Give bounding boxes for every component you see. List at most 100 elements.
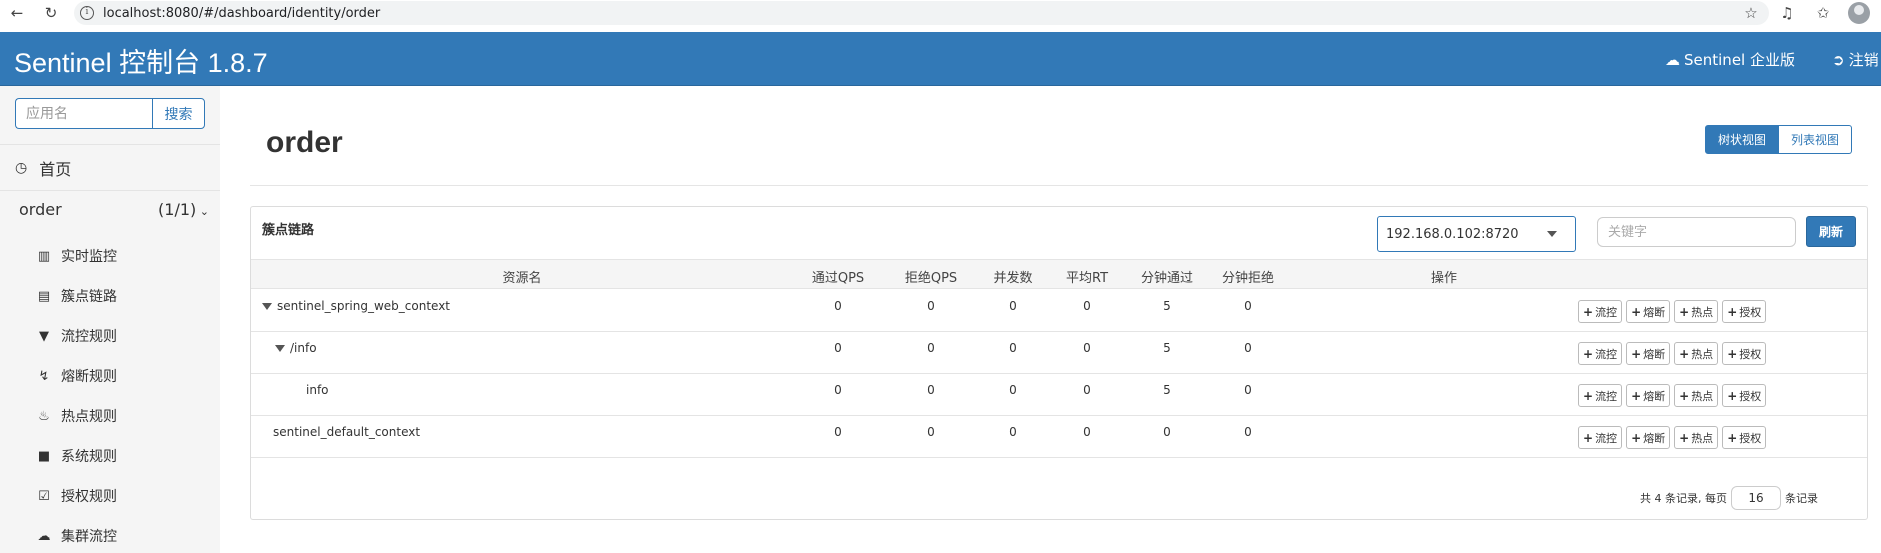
- minute-block-cell: 0: [1244, 383, 1252, 397]
- plus-icon: +: [1631, 430, 1642, 445]
- filter-icon: ▼: [39, 328, 49, 344]
- auth-rule-button[interactable]: + 授权: [1722, 300, 1767, 323]
- column-header: 拒绝QPS: [904, 271, 958, 286]
- column-header: 并发数: [993, 271, 1033, 286]
- plus-icon: +: [1679, 346, 1690, 361]
- concurrency-cell: 0: [1009, 299, 1017, 313]
- sidebar-item-hotspot-rules[interactable]: ♨ 热点规则: [37, 406, 117, 426]
- app-name: order: [19, 200, 62, 219]
- machine-select[interactable]: 192.168.0.102:8720: [1377, 216, 1576, 252]
- title-divider: [250, 185, 1868, 186]
- chevron-down-icon: ⌄: [196, 205, 209, 218]
- flash-icon: ↯: [38, 368, 50, 384]
- sidebar-item-realtime-monitor[interactable]: ▥ 实时监控: [37, 246, 117, 266]
- minute-pass-cell: 5: [1163, 341, 1171, 355]
- logout-link[interactable]: ➲ 注销: [1832, 49, 1879, 70]
- app-header: Sentinel 控制台 1.8.7 ☁ Sentinel 企业版 ➲ 注销: [0, 32, 1881, 86]
- sidebar-item-degrade-rules[interactable]: ↯ 熔断规则: [37, 366, 117, 386]
- check-icon: ☑: [38, 488, 50, 504]
- pager-suffix: 条记录: [1785, 492, 1818, 505]
- degrade-rule-button[interactable]: + 熔断: [1626, 384, 1671, 407]
- sidebar-app-order[interactable]: order (1/1) ⌄: [19, 200, 209, 219]
- lock-icon: ■: [37, 448, 51, 464]
- site-info-icon[interactable]: i: [80, 6, 94, 20]
- sidebar-item-flow-rules[interactable]: ▼ 流控规则: [37, 326, 117, 346]
- logout-label: 注销: [1848, 51, 1879, 69]
- reload-icon[interactable]: ↻: [40, 2, 62, 24]
- row-actions: + 流控 + 熔断 + 热点 + 授权: [1578, 384, 1767, 407]
- sidebar-item-auth-rules[interactable]: ☑ 授权规则: [37, 486, 117, 506]
- sidebar-item-label: 熔断规则: [61, 369, 117, 385]
- pagination: 共 4 条记录, 每页 条记录: [1640, 486, 1818, 510]
- plus-icon: +: [1727, 304, 1738, 319]
- hotspot-rule-button[interactable]: + 热点: [1674, 300, 1719, 323]
- sidebar-item-cluster-flow[interactable]: ☁ 集群流控: [37, 526, 118, 546]
- bar-chart-icon: ▥: [37, 248, 51, 264]
- flow-rule-button[interactable]: + 流控: [1578, 342, 1623, 365]
- sidebar-item-home[interactable]: ◷ 首页: [15, 156, 71, 180]
- refresh-button[interactable]: 刷新: [1806, 216, 1856, 247]
- sidebar-item-system-rules[interactable]: ■ 系统规则: [37, 446, 117, 466]
- resource-name: sentinel_spring_web_context: [277, 299, 451, 313]
- collapse-icon[interactable]: [262, 302, 272, 310]
- enterprise-label: Sentinel 企业版: [1684, 51, 1795, 69]
- profile-avatar[interactable]: [1848, 2, 1870, 24]
- row-actions: + 流控 + 熔断 + 热点 + 授权: [1578, 342, 1767, 365]
- address-bar[interactable]: i localhost:8080/#/dashboard/identity/or…: [74, 1, 1769, 25]
- sidebar-item-cluster-link[interactable]: ▤ 簇点链路: [37, 286, 117, 306]
- hotspot-rule-button[interactable]: + 热点: [1674, 384, 1719, 407]
- dashboard-icon: ◷: [15, 160, 28, 176]
- sidebar-divider: [0, 190, 220, 191]
- collapse-icon[interactable]: [275, 344, 285, 352]
- row-actions: + 流控 + 熔断 + 热点 + 授权: [1578, 300, 1767, 323]
- fire-icon: ♨: [38, 408, 50, 424]
- app-search-button[interactable]: 搜索: [152, 98, 205, 129]
- minute-pass-cell: 5: [1163, 299, 1171, 313]
- degrade-rule-button[interactable]: + 熔断: [1626, 342, 1671, 365]
- minute-pass-cell: 0: [1163, 425, 1171, 439]
- concurrency-cell: 0: [1009, 425, 1017, 439]
- pager-prefix: 共 4 条记录, 每页: [1640, 492, 1727, 505]
- star-icon[interactable]: ☆: [1740, 2, 1762, 24]
- plus-icon: +: [1727, 388, 1738, 403]
- resource-name-cell: info: [306, 383, 329, 397]
- auth-rule-button[interactable]: + 授权: [1722, 426, 1767, 449]
- pass-qps-cell: 0: [834, 341, 842, 355]
- degrade-rule-button[interactable]: + 熔断: [1626, 426, 1671, 449]
- degrade-rule-button[interactable]: + 熔断: [1626, 300, 1671, 323]
- minute-block-cell: 0: [1244, 425, 1252, 439]
- tree-view-button[interactable]: 树状视图: [1705, 125, 1780, 154]
- avg-rt-cell: 0: [1083, 341, 1091, 355]
- auth-rule-button[interactable]: + 授权: [1722, 384, 1767, 407]
- back-icon[interactable]: ←: [6, 2, 28, 24]
- table-row: /info 0 0 0 0 5 0 + 流控 + 熔断 + 热点 + 授权: [251, 332, 1867, 374]
- plus-icon: +: [1679, 388, 1690, 403]
- page-size-input[interactable]: [1731, 486, 1781, 510]
- enterprise-link[interactable]: ☁ Sentinel 企业版: [1665, 49, 1795, 70]
- app-instance-count: (1/1) ⌄: [158, 200, 209, 219]
- sidebar-item-label: 热点规则: [61, 409, 117, 425]
- browser-toolbar: ← ↻ i localhost:8080/#/dashboard/identit…: [0, 0, 1881, 26]
- sidebar-item-label: 首页: [39, 160, 72, 179]
- keyword-input[interactable]: [1597, 217, 1796, 247]
- list-view-button[interactable]: 列表视图: [1779, 125, 1853, 154]
- extensions-icon[interactable]: ♫: [1776, 2, 1798, 24]
- hotspot-rule-button[interactable]: + 热点: [1674, 426, 1719, 449]
- machine-select-value: 192.168.0.102:8720: [1386, 226, 1519, 242]
- flow-rule-button[interactable]: + 流控: [1578, 426, 1623, 449]
- table-row: sentinel_default_context 0 0 0 0 0 0 + 流控…: [251, 416, 1867, 458]
- app-brand[interactable]: Sentinel 控制台 1.8.7: [14, 41, 268, 80]
- flow-rule-button[interactable]: + 流控: [1578, 300, 1623, 323]
- auth-rule-button[interactable]: + 授权: [1722, 342, 1767, 365]
- app-search-input[interactable]: [15, 98, 152, 129]
- page-title: order: [266, 126, 343, 159]
- block-qps-cell: 0: [927, 299, 935, 313]
- avg-rt-cell: 0: [1083, 425, 1091, 439]
- favorites-icon[interactable]: ✩: [1812, 2, 1834, 24]
- cloud-icon: ☁: [37, 528, 51, 544]
- pass-qps-cell: 0: [834, 299, 842, 313]
- flow-rule-button[interactable]: + 流控: [1578, 384, 1623, 407]
- hotspot-rule-button[interactable]: + 热点: [1674, 342, 1719, 365]
- table-row: info 0 0 0 0 5 0 + 流控 + 熔断 + 热点 + 授权: [251, 374, 1867, 416]
- sidebar-item-label: 集群流控: [61, 529, 117, 545]
